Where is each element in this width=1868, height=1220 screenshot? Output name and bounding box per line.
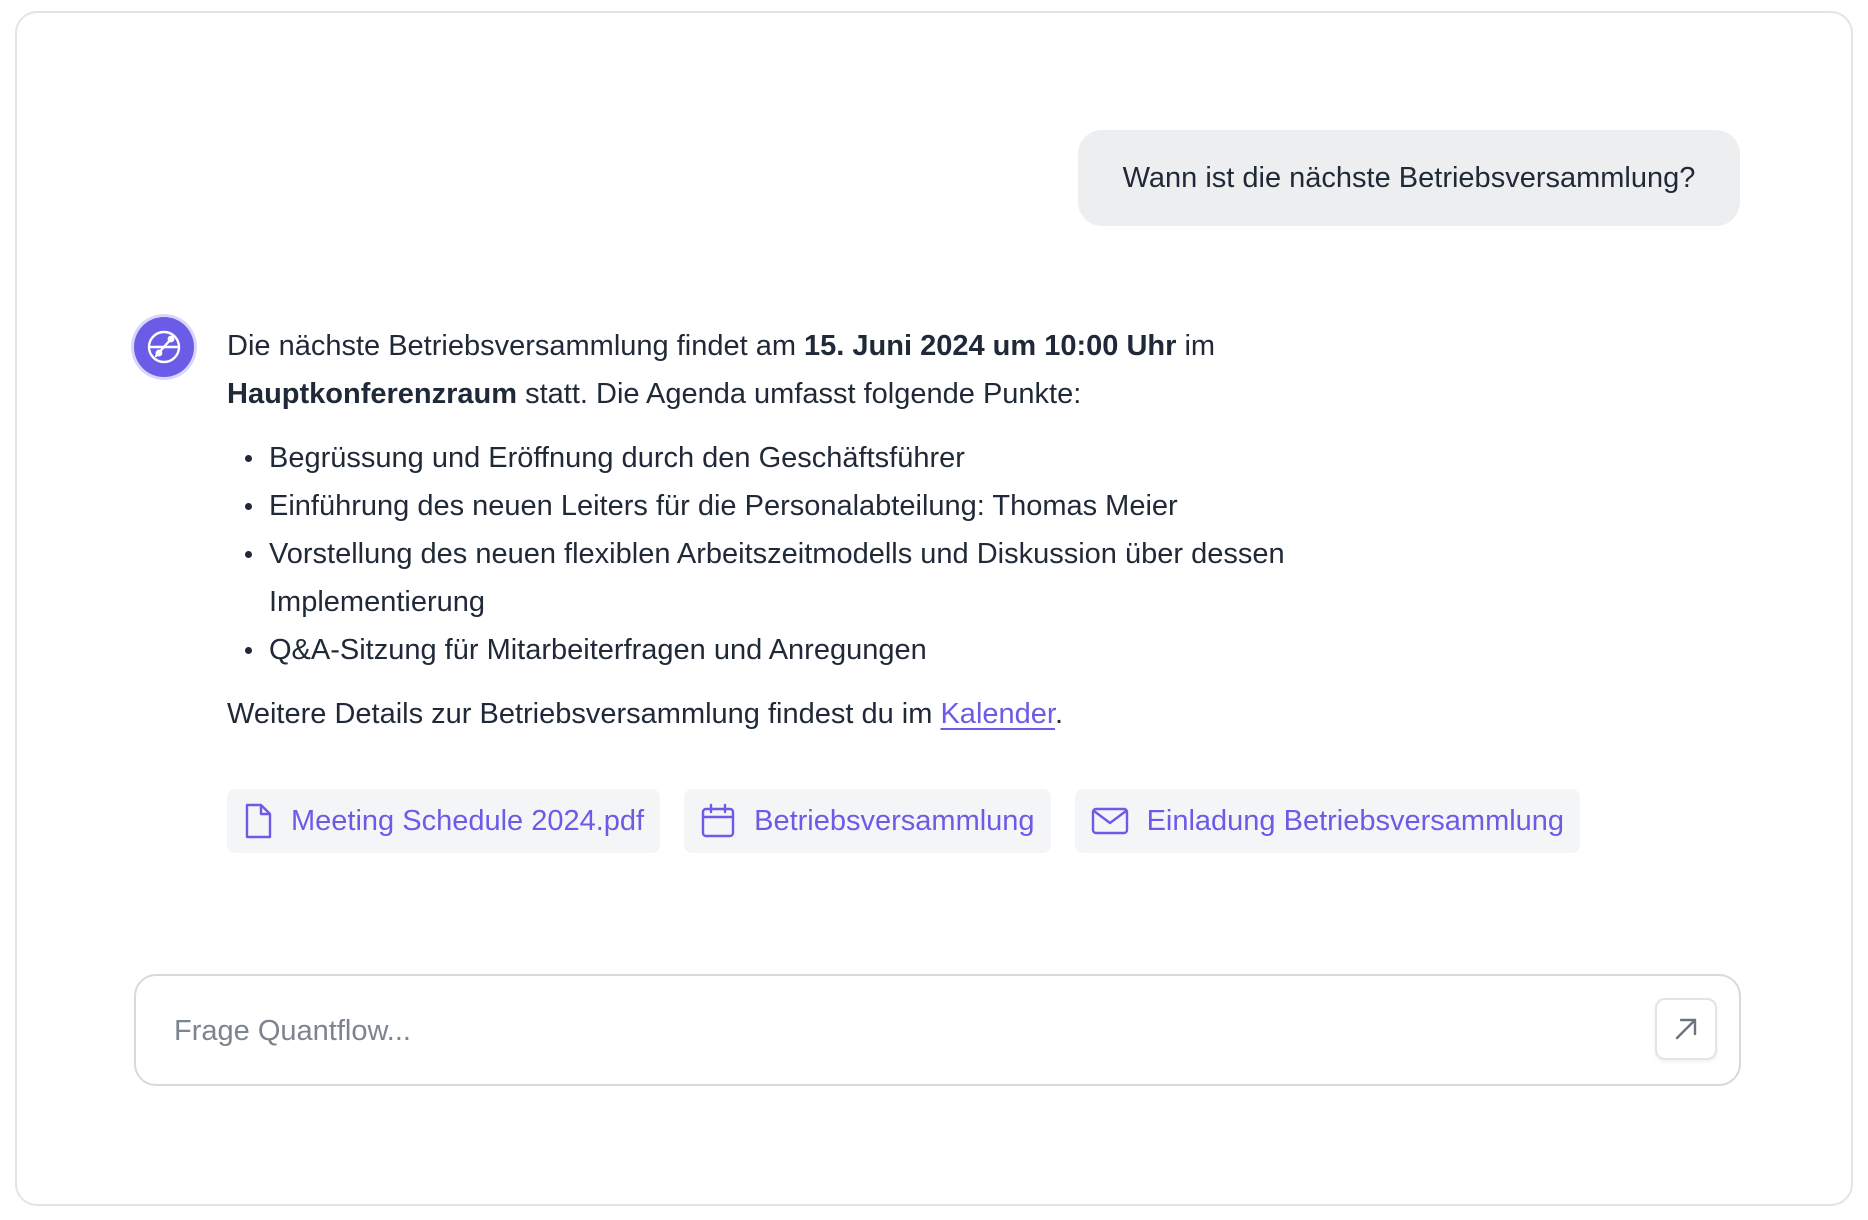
answer-outro-text: Weitere Details zur Betriebsversammlung … bbox=[227, 698, 941, 730]
answer-intro-text-2: im bbox=[1176, 330, 1216, 362]
user-message-bubble: Wann ist die nächste Betriebsversammlung… bbox=[1078, 130, 1740, 226]
agenda-item: Einführung des neuen Leiters für die Per… bbox=[245, 482, 1399, 530]
agenda-item: Q&A-Sitzung für Mitarbeiterfragen und An… bbox=[245, 626, 1399, 674]
calendar-link[interactable]: Kalender bbox=[940, 698, 1055, 730]
answer-intro: Die nächste Betriebsversammlung findet a… bbox=[227, 322, 1227, 418]
quantflow-logo-icon bbox=[145, 328, 183, 366]
source-chip-label: Meeting Schedule 2024.pdf bbox=[291, 804, 645, 837]
source-chips: Meeting Schedule 2024.pdf Betriebsversam… bbox=[227, 789, 1581, 853]
agenda-item: Vorstellung des neuen flexiblen Arbeitsz… bbox=[245, 530, 1399, 626]
agenda-item: Begrüssung und Eröffnung durch den Gesch… bbox=[245, 434, 1399, 482]
agenda-list: Begrüssung und Eröffnung durch den Gesch… bbox=[227, 434, 1577, 674]
source-chip-calendar-event[interactable]: Betriebsversammlung bbox=[684, 789, 1051, 853]
calendar-icon bbox=[700, 803, 736, 839]
source-chip-invitation-email[interactable]: Einladung Betriebsversammlung bbox=[1074, 789, 1581, 853]
source-chip-label: Betriebsversammlung bbox=[754, 804, 1035, 837]
chat-composer bbox=[134, 974, 1741, 1086]
answer-outro: Weitere Details zur Betriebsversammlung … bbox=[227, 690, 1577, 738]
chat-input[interactable] bbox=[172, 976, 1616, 1086]
meeting-datetime: 15. Juni 2024 um 10:00 Uhr bbox=[804, 330, 1177, 362]
answer-outro-punct: . bbox=[1054, 698, 1064, 730]
assistant-avatar bbox=[134, 317, 194, 377]
mail-icon bbox=[1091, 806, 1129, 836]
meeting-room: Hauptkonferenzraum bbox=[227, 378, 518, 410]
send-button[interactable] bbox=[1655, 998, 1717, 1060]
assistant-answer: Die nächste Betriebsversammlung findet a… bbox=[227, 322, 1577, 738]
arrow-up-right-icon bbox=[1672, 1015, 1700, 1043]
source-chip-meeting-schedule[interactable]: Meeting Schedule 2024.pdf bbox=[227, 789, 661, 853]
file-icon bbox=[243, 803, 273, 839]
source-chip-label: Einladung Betriebsversammlung bbox=[1146, 804, 1565, 837]
answer-intro-text-3: statt. Die Agenda umfasst folgende Punkt… bbox=[517, 378, 1082, 410]
user-message-text: Wann ist die nächste Betriebsversammlung… bbox=[1122, 161, 1696, 194]
answer-intro-text: Die nächste Betriebsversammlung findet a… bbox=[227, 330, 805, 362]
